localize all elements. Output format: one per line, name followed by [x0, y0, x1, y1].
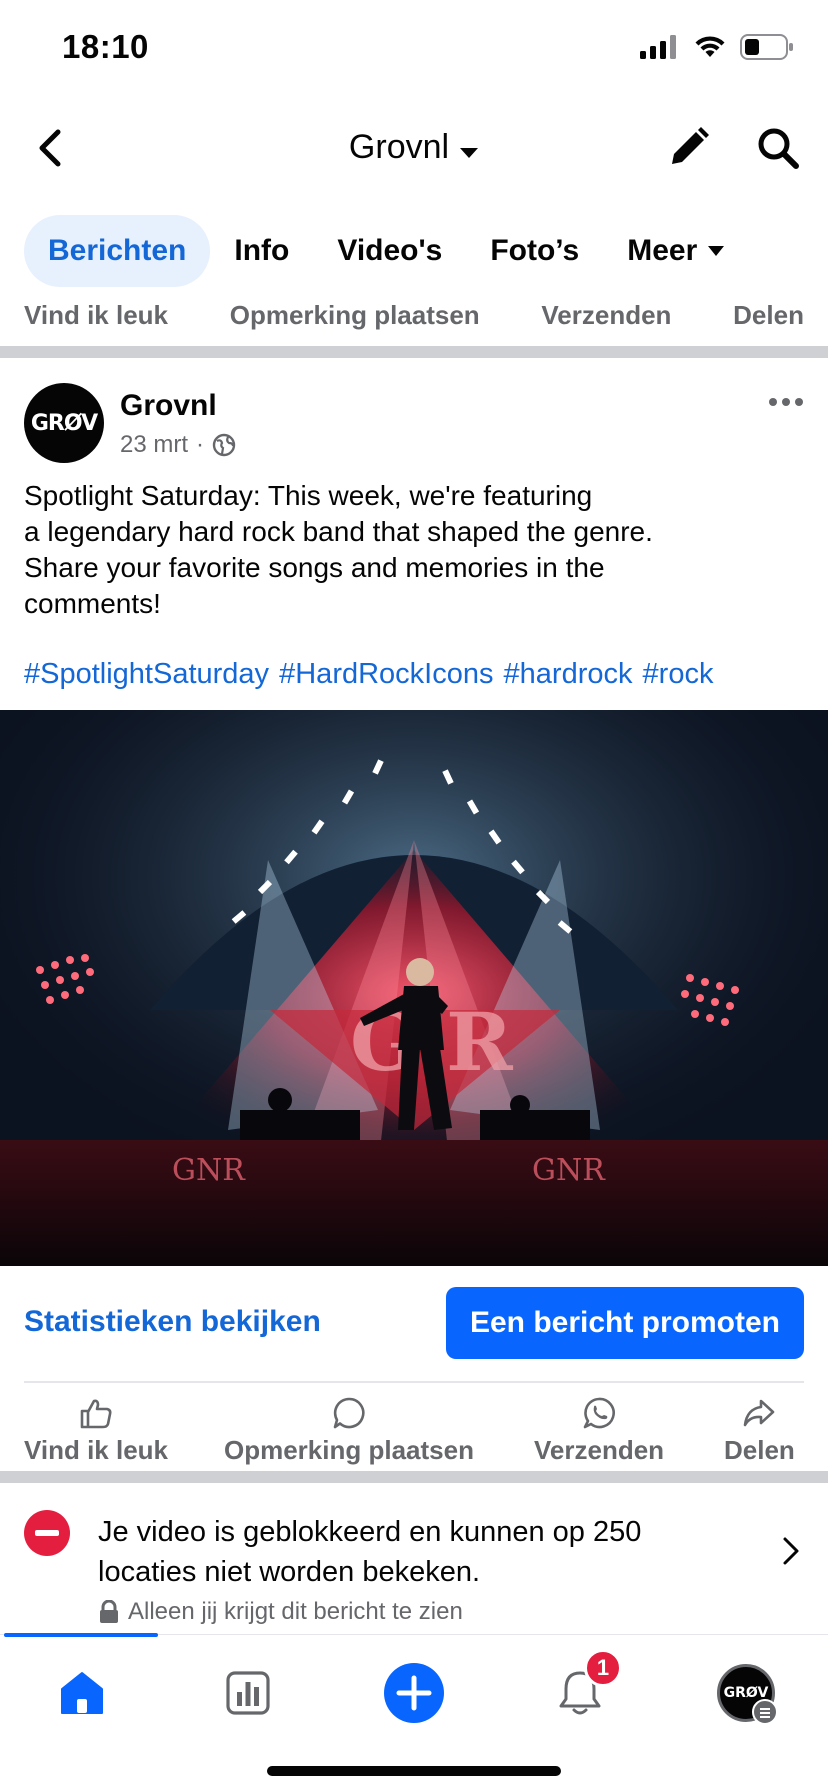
- post-text-line: Spotlight Saturday: This week, we're fea…: [24, 480, 593, 511]
- like-button[interactable]: Vind ik leuk: [24, 300, 168, 340]
- globe-icon: [212, 433, 236, 457]
- active-tab-indicator: [4, 1633, 158, 1637]
- post-text-line: a legendary hard rock band that shaped t…: [24, 516, 653, 547]
- send-label: Verzenden: [534, 1435, 665, 1465]
- promo-row: Statistieken bekijken Een bericht promot…: [0, 1287, 828, 1359]
- wifi-icon: [695, 36, 725, 57]
- comment-label: Opmerking plaatsen: [224, 1435, 474, 1465]
- menu-icon: [752, 1699, 778, 1725]
- post-actions: Vind ik leuk Opmerking plaatsen Verzende…: [0, 1395, 828, 1467]
- lock-icon: [100, 1600, 118, 1623]
- share-icon: [744, 1399, 775, 1427]
- search-icon: [758, 128, 799, 169]
- thumbs-up-icon: [80, 1399, 112, 1429]
- tab-more-label: Meer: [627, 234, 698, 267]
- tab-notifications[interactable]: 1: [550, 1649, 622, 1723]
- send-button[interactable]: Verzenden: [541, 300, 671, 340]
- post-text: Spotlight Saturday: This week, we're fea…: [24, 478, 804, 622]
- page-nav-bar: Grovnl: [0, 110, 828, 190]
- post-header: GRØV Grovnl 23 mrt ·: [24, 383, 804, 463]
- comment-button[interactable]: Opmerking plaatsen: [230, 300, 480, 340]
- stage-sign-right: GNR: [532, 1153, 606, 1188]
- whatsapp-icon: [583, 1397, 615, 1429]
- plus-circle-icon: [384, 1663, 444, 1723]
- post-date[interactable]: 23 mrt: [120, 431, 188, 459]
- post-options-button[interactable]: [768, 395, 804, 413]
- status-time: 18:10: [62, 28, 149, 65]
- notice-privacy-text: Alleen jij krijgt dit bericht te zien: [128, 1598, 463, 1625]
- signal-icon: [640, 35, 676, 59]
- post-photo[interactable]: G R GNR GNR: [0, 710, 828, 1266]
- chevron-right-icon: [782, 1536, 800, 1571]
- tab-berichten[interactable]: Berichten: [24, 215, 211, 287]
- tab-videos[interactable]: Video's: [313, 215, 466, 287]
- tab-photos[interactable]: Foto’s: [466, 215, 603, 287]
- like-label: Vind ik leuk: [24, 1435, 169, 1465]
- post-text-line: comments!: [24, 588, 161, 619]
- page-tabs: Berichten Info Video's Foto’s Meer: [24, 215, 828, 287]
- pencil-icon: [672, 127, 709, 164]
- notification-badge: 1: [584, 1649, 622, 1687]
- meta-separator: ·: [196, 431, 205, 458]
- post-text-line: Share your favorite songs and memories i…: [24, 552, 605, 583]
- view-insights-link[interactable]: Statistieken bekijken: [24, 1305, 321, 1339]
- home-indicator: [267, 1766, 561, 1776]
- send-whatsapp-button[interactable]: Verzenden: [534, 1395, 664, 1466]
- caret-down-icon: [708, 246, 725, 256]
- tab-create[interactable]: [384, 1663, 444, 1723]
- stage-sign-left: GNR: [172, 1153, 246, 1188]
- promote-post-button[interactable]: Een bericht promoten: [446, 1287, 804, 1359]
- caret-down-icon: [459, 130, 479, 169]
- like-button[interactable]: Vind ik leuk: [24, 1395, 168, 1466]
- tab-more[interactable]: Meer: [603, 215, 749, 287]
- section-divider: [0, 1471, 828, 1483]
- notice-text: Je video is geblokkeerd en kunnen op 250…: [98, 1516, 642, 1588]
- status-icons: [640, 34, 794, 60]
- share-label: Delen: [724, 1435, 795, 1465]
- tab-home[interactable]: [52, 1663, 112, 1723]
- video-blocked-notice[interactable]: Je video is geblokkeerd en kunnen op 250…: [0, 1484, 828, 1634]
- battery-icon: [740, 34, 793, 60]
- avatar-text: GRØV: [30, 410, 98, 436]
- post-hashtags[interactable]: #SpotlightSaturday #HardRockIcons #hardr…: [24, 658, 713, 691]
- home-icon: [61, 1672, 103, 1714]
- comment-button[interactable]: Opmerking plaatsen: [224, 1395, 474, 1466]
- page-title: Grovnl: [348, 128, 450, 166]
- edit-button[interactable]: [668, 126, 710, 173]
- notice-privacy: Alleen jij krijgt dit bericht te zien: [98, 1598, 463, 1626]
- tab-info[interactable]: Info: [210, 215, 313, 287]
- tab-insights[interactable]: [218, 1663, 278, 1723]
- insights-icon: [226, 1671, 270, 1715]
- previous-post-actions: Vind ik leuk Opmerking plaatsen Verzende…: [0, 300, 828, 340]
- share-button[interactable]: Delen: [724, 1395, 795, 1466]
- tab-profile-menu[interactable]: GRØV: [716, 1663, 778, 1725]
- divider: [24, 1381, 804, 1383]
- concert-stage-image: G R GNR GNR: [0, 710, 828, 1266]
- more-horizontal-icon: [769, 398, 803, 406]
- share-button[interactable]: Delen: [733, 300, 804, 340]
- post-author[interactable]: Grovnl: [120, 389, 217, 423]
- blocked-icon: [24, 1510, 70, 1556]
- avatar: GRØV: [717, 1664, 778, 1725]
- post-meta: 23 mrt ·: [120, 431, 236, 459]
- search-button[interactable]: [756, 126, 800, 175]
- avatar[interactable]: GRØV: [24, 383, 104, 463]
- status-bar: 18:10: [0, 0, 828, 100]
- section-divider: [0, 346, 828, 358]
- comment-icon: [333, 1397, 365, 1429]
